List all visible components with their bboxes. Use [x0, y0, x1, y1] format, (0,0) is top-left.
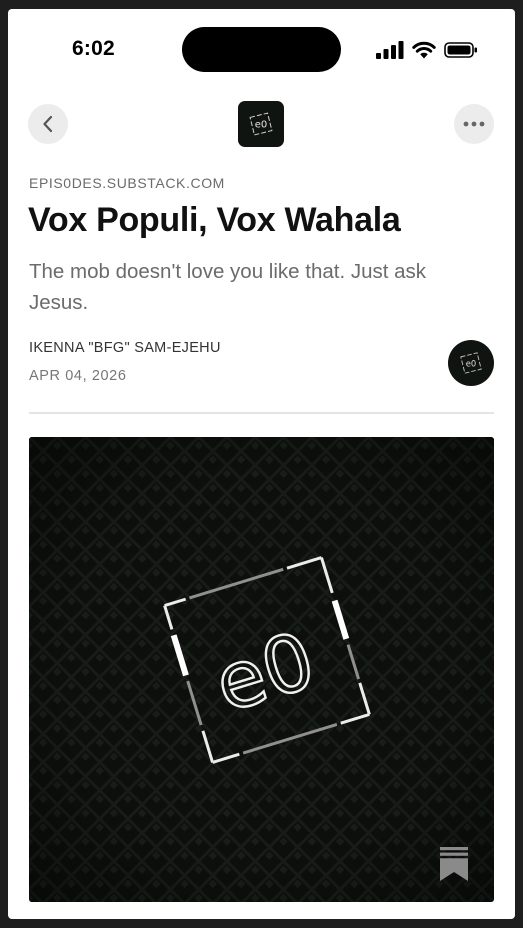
wifi-icon: [412, 41, 436, 59]
status-icons: [376, 39, 478, 61]
battery-icon: [444, 42, 477, 58]
e0-logo-icon: e0: [249, 112, 273, 136]
chevron-left-icon: [43, 115, 53, 133]
avatar-logo-icon: e0: [460, 352, 482, 374]
post-subtitle: The mob doesn't love you like that. Just…: [29, 260, 427, 314]
more-horizontal-icon: [463, 121, 485, 127]
author-name[interactable]: IKENNA "BFG" SAM-EJEHU: [29, 340, 221, 356]
back-button[interactable]: [28, 104, 68, 144]
author-avatar[interactable]: e0: [448, 340, 494, 386]
status-time: 6:02: [72, 37, 115, 60]
header-divider: [29, 412, 494, 414]
bookmark-stack-icon[interactable]: [440, 847, 468, 881]
cellular-signal-icon: [376, 41, 404, 59]
publication-logo-text: e0: [255, 120, 268, 131]
hero-image[interactable]: e0: [29, 437, 494, 902]
more-options-button[interactable]: [454, 104, 494, 144]
post-date: APR 04, 2026: [29, 368, 127, 384]
dynamic-island: [182, 27, 341, 72]
app-screen: 6:02 e0 EPIS0DES.SUBSTACK.COM Vox Populi…: [8, 9, 515, 919]
publication-logo[interactable]: e0: [238, 101, 284, 147]
avatar-logo-text: e0: [466, 358, 476, 368]
publication-domain[interactable]: EPIS0DES.SUBSTACK.COM: [29, 175, 225, 191]
post-title: Vox Populi, Vox Wahala: [28, 201, 401, 239]
hero-artwork: e0: [29, 437, 494, 902]
